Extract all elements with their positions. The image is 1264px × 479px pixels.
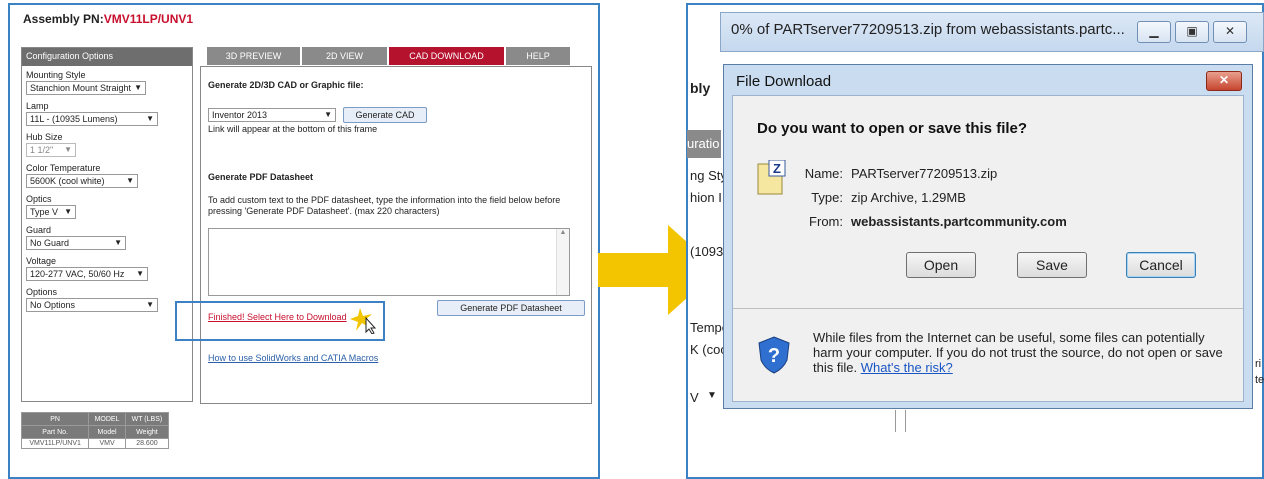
progress-window-title: 0% of PARTserver77209513.zip from webass…	[731, 21, 1125, 38]
tab-3d-preview[interactable]: 3D PREVIEW	[207, 47, 300, 65]
dialog-question: Do you want to open or save this file?	[757, 120, 1028, 137]
bg-text: ri	[1255, 358, 1262, 370]
bg-text: bly	[690, 80, 711, 96]
save-button[interactable]: Save	[1017, 252, 1087, 278]
dialog-separator	[733, 308, 1243, 309]
select-mounting-style[interactable]: Stanchion Mount Straight ▼	[26, 81, 146, 95]
select-optics[interactable]: Type V ▼	[26, 205, 76, 219]
minimize-button[interactable]: ▁	[1137, 21, 1171, 43]
from-value: webassistants.partcommunity.com	[851, 214, 1067, 229]
field-label-voltage: Voltage	[26, 256, 57, 266]
security-shield-icon: ?	[758, 336, 790, 374]
select-cad-format[interactable]: Inventor 2013 ▼	[208, 108, 336, 122]
select-options[interactable]: No Options ▼	[26, 298, 158, 312]
table-header: WT (LBS)	[124, 412, 170, 426]
field-label-color-temp: Color Temperature	[26, 163, 101, 173]
part-summary-table: PN MODEL WT (LBS) Part No. Model Weight …	[20, 412, 170, 449]
config-header: Configuration Options	[22, 48, 192, 66]
field-label-lamp: Lamp	[26, 101, 49, 111]
bg-text: hion I	[690, 190, 722, 205]
sparkle-cursor-icon	[350, 308, 377, 334]
bg-text: ng Sty	[690, 168, 727, 183]
open-button[interactable]: Open	[906, 252, 976, 278]
table-subheader: Part No.	[20, 425, 90, 439]
dialog-close-button[interactable]: ✕	[1206, 71, 1242, 91]
tab-help[interactable]: HELP	[506, 47, 570, 65]
table-subheader: Weight	[124, 425, 170, 439]
type-value: zip Archive, 1.29MB	[851, 190, 966, 205]
type-label: Type:	[811, 190, 843, 205]
cad-heading: Generate 2D/3D CAD or Graphic file:	[208, 80, 364, 90]
maximize-button[interactable]: ▣	[1175, 21, 1209, 43]
select-color-temp[interactable]: 5600K (cool white) ▼	[26, 174, 138, 188]
dialog-body: Do you want to open or save this file? Z…	[732, 95, 1244, 402]
custom-text-area[interactable]: ▲	[208, 228, 570, 296]
bg-text: K (coo	[690, 342, 728, 357]
table-subheader: Model	[88, 425, 126, 439]
security-warning: While files from the Internet can be use…	[813, 330, 1223, 375]
textarea-scrollbar[interactable]: ▲	[556, 229, 569, 295]
whats-the-risk-link[interactable]: What's the risk?	[861, 360, 953, 375]
assembly-pn: VMV11LP/UNV1	[103, 12, 194, 26]
bg-text: V	[690, 390, 699, 405]
select-voltage[interactable]: 120-277 VAC, 50/60 Hz ▼	[26, 267, 148, 281]
field-label-mounting-style: Mounting Style	[26, 70, 86, 80]
table-header: MODEL	[88, 412, 126, 426]
name-label: Name:	[804, 166, 843, 181]
download-progress-window: 0% of PARTserver77209513.zip from webass…	[720, 12, 1264, 52]
cancel-button[interactable]: Cancel	[1126, 252, 1196, 278]
name-value: PARTserver77209513.zip	[851, 166, 998, 181]
bg-chevron-down-icon: ▼	[707, 390, 717, 401]
generate-pdf-button[interactable]: Generate PDF Datasheet	[437, 300, 585, 316]
select-hub-size[interactable]: 1 1/2" ▼	[26, 143, 76, 157]
table-cell: VMV11LP/UNV1	[20, 438, 90, 449]
close-button[interactable]: ✕	[1213, 21, 1247, 43]
macros-help-link[interactable]: How to use SolidWorks and CATIA Macros	[208, 353, 378, 363]
file-download-dialog: File Download ✕ Do you want to open or s…	[723, 64, 1253, 409]
field-label-optics: Optics	[26, 194, 52, 204]
pdf-instructions: To add custom text to the PDF datasheet,…	[208, 195, 561, 216]
pdf-heading: Generate PDF Datasheet	[208, 172, 314, 182]
generate-cad-button[interactable]: Generate CAD	[343, 107, 427, 123]
svg-text:?: ?	[768, 345, 780, 367]
tab-2d-view[interactable]: 2D VIEW	[302, 47, 387, 65]
bg-divider	[905, 410, 906, 432]
field-label-hub-size: Hub Size	[26, 132, 63, 142]
bg-text: (1093	[690, 244, 724, 259]
table-header: PN	[20, 412, 90, 426]
field-label-options: Options	[26, 287, 58, 297]
table-cell: VMV	[88, 438, 126, 449]
configuration-options-panel: Configuration Options Mounting Style Sta…	[21, 47, 193, 402]
assembly-title: Assembly PN:VMV11LP/UNV1	[23, 12, 194, 26]
from-label: From:	[809, 214, 843, 229]
bg-text: uratio	[687, 130, 721, 158]
table-cell: 28.600	[124, 438, 170, 449]
download-link[interactable]: Finished! Select Here to Download	[208, 312, 347, 322]
bg-text: te	[1255, 374, 1264, 386]
link-note: Link will appear at the bottom of this f…	[208, 124, 378, 134]
bg-divider	[895, 410, 896, 432]
field-label-guard: Guard	[26, 225, 52, 235]
dialog-title: File Download	[736, 73, 832, 90]
select-lamp[interactable]: 11L - (10935 Lumens) ▼	[26, 112, 158, 126]
tab-cad-download[interactable]: CAD DOWNLOAD	[389, 47, 504, 65]
select-guard[interactable]: No Guard ▼	[26, 236, 126, 250]
